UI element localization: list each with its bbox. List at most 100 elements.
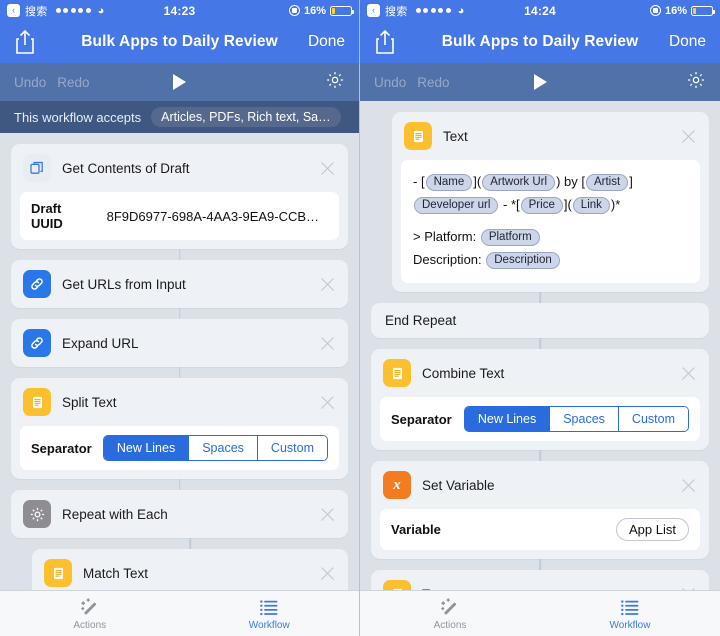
segment-new-lines[interactable]: New Lines [464, 407, 550, 431]
action-card-text[interactable]: Text - [Name ]( Artwork Url) by [Artist] D… [392, 112, 709, 292]
tab-label: Actions [73, 619, 107, 631]
segment-custom[interactable]: Custom [617, 407, 688, 431]
page-title: Bulk Apps to Daily Review [81, 33, 278, 50]
close-icon[interactable] [319, 160, 336, 177]
close-icon[interactable] [680, 477, 697, 494]
tab-label: Workflow [248, 619, 290, 631]
token-price[interactable]: Price [520, 197, 563, 214]
action-card-wrap: Combine Text Separator New Lines Spaces … [371, 349, 709, 450]
text-icon [44, 559, 72, 587]
action-title: Get Contents of Draft [62, 160, 190, 176]
redo-button[interactable]: Redo [57, 75, 89, 90]
gear-icon[interactable] [686, 70, 706, 95]
token-developer-url[interactable]: Developer url [414, 197, 499, 214]
parameter-row-draft-uuid[interactable]: Draft UUID 8F9D6977-698A-4AA3-9EA9-CCBC… [20, 192, 339, 240]
close-icon[interactable] [680, 586, 697, 591]
tab-workflow[interactable]: Workflow [540, 591, 720, 636]
separator-segmented-control[interactable]: New Lines Spaces Custom [102, 435, 328, 461]
text-icon [23, 388, 51, 416]
action-title: End Repeat [385, 313, 457, 328]
text-token-editor[interactable]: - [Name ]( Artwork Url) by [Artist] Develo… [401, 160, 700, 283]
segment-custom[interactable]: Custom [256, 436, 327, 460]
parameter-label: Variable [391, 522, 441, 537]
segment-spaces[interactable]: Spaces [549, 407, 618, 431]
token-artwork-url[interactable]: Artwork Url [482, 174, 556, 191]
action-card-end-repeat[interactable]: End Repeat [371, 303, 709, 338]
parameter-row-separator: Separator New Lines Spaces Custom [20, 426, 339, 470]
done-button[interactable]: Done [669, 33, 706, 51]
undo-button[interactable]: Undo [14, 75, 46, 90]
redo-button[interactable]: Redo [417, 75, 449, 90]
action-card-expand-url[interactable]: Expand URL [11, 319, 348, 367]
action-card-set-variable[interactable]: x Set Variable Variable App List [371, 461, 709, 559]
close-icon[interactable] [680, 365, 697, 382]
gear-icon[interactable] [325, 70, 345, 95]
action-card-wrap: Text ### Good Apps [371, 570, 709, 590]
close-icon[interactable] [319, 335, 336, 352]
edit-toolbar: Undo Redo [0, 63, 359, 101]
parameter-label: Separator [31, 440, 92, 456]
action-card-body: Separator New Lines Spaces Custom [20, 426, 339, 470]
action-title: Text [422, 587, 669, 591]
close-icon[interactable] [319, 394, 336, 411]
action-card-split-text[interactable]: Split Text Separator New Lines Spaces Cu… [11, 378, 348, 479]
segment-new-lines[interactable]: New Lines [103, 436, 189, 460]
literal-text: ]( [563, 197, 572, 212]
action-title: Get URLs from Input [62, 276, 186, 292]
tab-workflow[interactable]: Workflow [180, 591, 360, 636]
variable-name-pill[interactable]: App List [616, 518, 689, 541]
action-card-get-contents-of-draft[interactable]: Get Contents of Draft Draft UUID 8F9D697… [11, 144, 348, 249]
action-card-match-text[interactable]: Match Text Pattern /id(\d+).* Case Sensi… [32, 549, 348, 590]
action-card-body: - [Name ]( Artwork Url) by [Artist] Develo… [401, 160, 700, 283]
action-card-get-urls-from-input[interactable]: Get URLs from Input [11, 260, 348, 308]
left-screen: ‹ 搜索 ◕ 14:23 16% Bulk Apps to Daily Revi… [0, 0, 360, 636]
close-icon[interactable] [680, 128, 697, 145]
battery-icon [330, 5, 354, 16]
accepts-types-pill[interactable]: Articles, PDFs, Rich text, Sa… [151, 107, 341, 127]
share-icon[interactable] [374, 29, 396, 55]
workflow-action-list[interactable]: Get Contents of Draft Draft UUID 8F9D697… [0, 133, 359, 590]
action-card-wrap: x Set Variable Variable App List [371, 461, 709, 559]
parameter-row-separator: Separator New Lines Spaces Custom [380, 397, 700, 441]
action-card-repeat-with-each[interactable]: Repeat with Each [11, 490, 348, 538]
action-card-header: Text [371, 570, 709, 590]
token-link[interactable]: Link [572, 197, 610, 214]
accepts-bar: This workflow accepts Articles, PDFs, Ri… [0, 101, 359, 133]
tab-actions[interactable]: Actions [0, 591, 180, 636]
close-icon[interactable] [319, 276, 336, 293]
action-card-header: Text [392, 112, 709, 160]
action-card-wrap: Repeat with Each [11, 490, 348, 538]
duplicate-icon [23, 154, 51, 182]
action-card-body: Separator New Lines Spaces Custom [380, 397, 700, 441]
tab-actions[interactable]: Actions [360, 591, 540, 636]
token-description[interactable]: Description [486, 252, 560, 269]
play-button[interactable] [0, 74, 359, 90]
token-platform[interactable]: Platform [480, 229, 540, 246]
undo-button[interactable]: Undo [374, 75, 406, 90]
tab-label: Actions [433, 619, 467, 631]
action-card-combine-text[interactable]: Combine Text Separator New Lines Spaces … [371, 349, 709, 450]
close-icon[interactable] [319, 506, 336, 523]
action-card-text-good-apps[interactable]: Text ### Good Apps [371, 570, 709, 590]
action-card-wrap: Match Text Pattern /id(\d+).* Case Sensi… [32, 549, 348, 590]
workflow-action-list[interactable]: Text - [Name ]( Artwork Url) by [Artist] D… [360, 101, 720, 590]
tab-bar: Actions Workflow [360, 590, 720, 636]
literal-text: - [ [413, 174, 425, 189]
done-button[interactable]: Done [308, 33, 345, 51]
close-icon[interactable] [319, 565, 336, 582]
action-card-header: Match Text [32, 549, 348, 590]
parameter-label: Draft UUID [31, 201, 63, 231]
token-name[interactable]: Name [425, 174, 473, 191]
separator-segmented-control[interactable]: New Lines Spaces Custom [463, 406, 689, 432]
token-artist[interactable]: Artist [585, 174, 629, 191]
segment-spaces[interactable]: Spaces [188, 436, 257, 460]
action-title: Expand URL [62, 335, 139, 351]
literal-text: ] [629, 174, 633, 189]
literal-text: Description: [413, 252, 486, 267]
literal-text: ) by [ [556, 174, 585, 189]
action-title: Combine Text [422, 365, 505, 381]
link-icon [23, 329, 51, 357]
share-icon[interactable] [14, 29, 36, 55]
literal-text: > Platform: [413, 229, 480, 244]
play-button[interactable] [360, 74, 720, 90]
